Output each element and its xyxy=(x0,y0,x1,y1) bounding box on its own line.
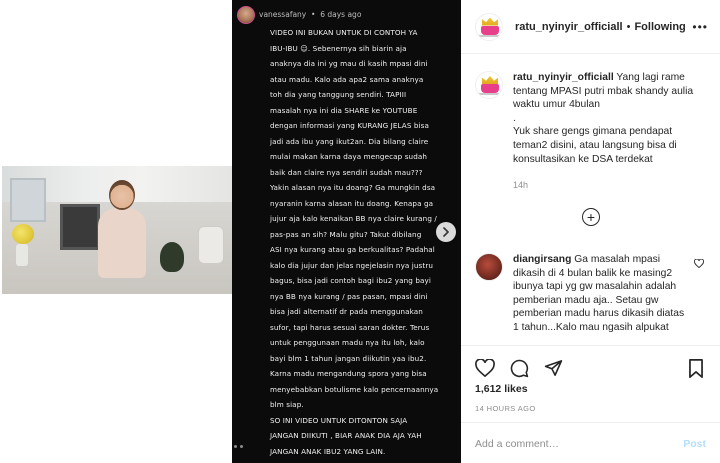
like-comment-icon[interactable] xyxy=(694,258,704,270)
share-icon[interactable] xyxy=(543,358,563,378)
post-comment-button[interactable]: Post xyxy=(683,438,706,450)
carousel-dots xyxy=(234,445,243,448)
oven xyxy=(60,204,100,250)
story-screenshot: vanessafany • 6 days ago VIDEO INI BUKAN… xyxy=(232,0,461,463)
window xyxy=(10,178,46,222)
caption-body: Yang lagi rame tentang MPASI putri mbak … xyxy=(513,72,694,165)
comment-item: diangirsang Ga masalah mpasi dikasih di … xyxy=(461,253,720,335)
story-text: VIDEO INI BUKAN UNTUK DI CONTOH YA IBU-I… xyxy=(270,25,456,459)
dot-2 xyxy=(240,445,243,448)
story-avatar xyxy=(237,6,255,24)
add-comment-bar: Post xyxy=(461,422,720,463)
post-timestamp: 14 HOURS AGO xyxy=(475,404,536,413)
caption: ratu_nyinyir_officiall Yang lagi rame te… xyxy=(461,71,720,190)
action-bar: 1,612 likes 14 HOURS AGO Post xyxy=(461,345,720,463)
plate xyxy=(479,93,501,95)
caption-time: 14h xyxy=(513,180,529,191)
story-user-line: vanessafany • 6 days ago xyxy=(259,10,362,19)
cake-icon xyxy=(481,25,499,35)
caption-username[interactable]: ratu_nyinyir_officiall xyxy=(513,72,614,83)
comment-body: Ga masalah mpasi dikasih di 4 bulan bali… xyxy=(513,254,685,333)
bookmark-icon[interactable] xyxy=(686,358,706,378)
plate xyxy=(479,34,501,37)
like-icon[interactable] xyxy=(475,358,495,378)
cake-icon xyxy=(481,84,499,93)
plant xyxy=(160,242,184,272)
caption-avatar[interactable] xyxy=(475,71,503,99)
account-avatar[interactable] xyxy=(475,12,503,41)
video-still-image xyxy=(2,166,235,294)
chevron-right-icon xyxy=(443,227,450,237)
person-head xyxy=(109,180,135,210)
crown-icon xyxy=(482,17,498,26)
dot-1 xyxy=(234,445,237,448)
story-paragraph: VIDEO INI BUKAN UNTUK DI CONTOH YA IBU-I… xyxy=(270,28,439,456)
comment-input[interactable] xyxy=(475,437,684,450)
flowers xyxy=(12,224,34,244)
post-header: ratu_nyinyir_officiall • Following ••• xyxy=(461,0,720,54)
more-options-icon[interactable]: ••• xyxy=(692,20,708,34)
separator-dot: • xyxy=(626,20,631,33)
action-icons xyxy=(475,358,563,378)
comment-text: diangirsang Ga masalah mpasi dikasih di … xyxy=(513,253,685,335)
person-body xyxy=(98,208,146,278)
load-more-comments-button[interactable]: + xyxy=(582,208,600,226)
comments-area: ratu_nyinyir_officiall Yang lagi rame te… xyxy=(461,55,720,345)
post-side-panel: ratu_nyinyir_officiall • Following ••• r… xyxy=(461,0,720,463)
post-media[interactable]: vanessafany • 6 days ago VIDEO INI BUKAN… xyxy=(0,0,461,463)
stand-mixer xyxy=(198,226,224,264)
story-time: 6 days ago xyxy=(320,10,362,19)
story-username: vanessafany xyxy=(259,10,307,19)
likes-count[interactable]: 1,612 likes xyxy=(475,383,528,395)
commenter-username[interactable]: diangirsang xyxy=(513,254,571,265)
commenter-avatar[interactable] xyxy=(475,253,503,281)
following-button[interactable]: Following xyxy=(634,21,685,33)
vase xyxy=(16,244,28,266)
crown-icon xyxy=(482,76,498,84)
account-username[interactable]: ratu_nyinyir_officiall xyxy=(515,21,623,33)
next-slide-button[interactable] xyxy=(436,222,456,242)
comment-icon[interactable] xyxy=(509,358,529,378)
caption-text: ratu_nyinyir_officiall Yang lagi rame te… xyxy=(513,71,704,166)
